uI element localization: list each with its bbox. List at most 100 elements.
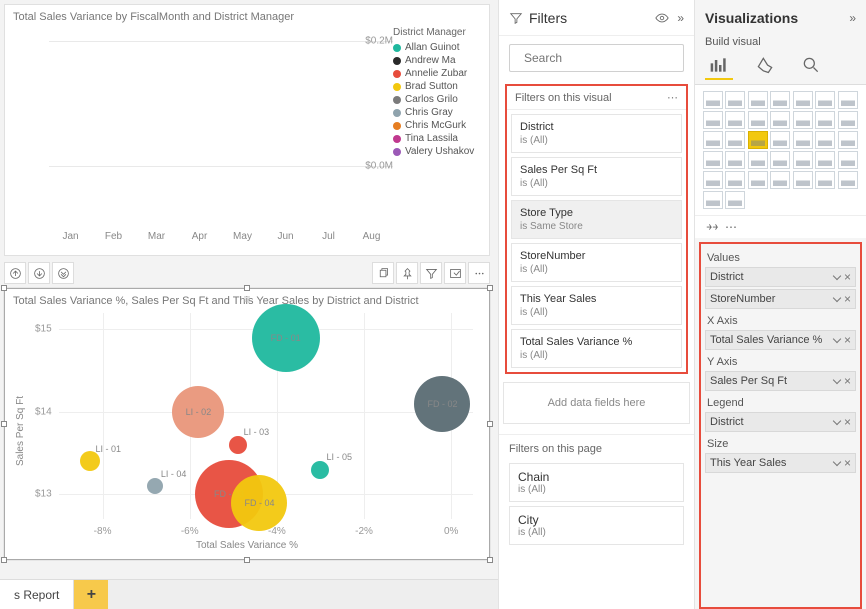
field-well[interactable]: Total Sales Variance %× bbox=[705, 330, 856, 350]
chevron-down-icon[interactable] bbox=[834, 333, 840, 347]
field-well[interactable]: This Year Sales× bbox=[705, 453, 856, 473]
viz-type-button[interactable] bbox=[770, 151, 790, 169]
add-page-button[interactable]: + bbox=[74, 580, 108, 609]
flow-icon bbox=[705, 220, 719, 234]
legend-item[interactable]: Andrew Ma bbox=[393, 55, 481, 66]
field-well[interactable]: Sales Per Sq Ft× bbox=[705, 371, 856, 391]
viz-type-button[interactable] bbox=[725, 131, 745, 149]
bubble[interactable] bbox=[80, 451, 100, 471]
legend-item[interactable]: Valery Ushakov bbox=[393, 146, 481, 157]
filters-search[interactable] bbox=[509, 44, 684, 72]
chevron-down-icon[interactable] bbox=[834, 292, 840, 306]
filter-card[interactable]: Districtis (All) bbox=[511, 114, 682, 153]
bubble[interactable] bbox=[147, 478, 163, 494]
viz-type-button[interactable] bbox=[793, 171, 813, 189]
viz-type-button[interactable] bbox=[703, 91, 723, 109]
viz-type-button[interactable] bbox=[815, 91, 835, 109]
viz-type-button[interactable] bbox=[703, 191, 723, 209]
filter-card[interactable]: Cityis (All) bbox=[509, 506, 684, 545]
remove-field-button[interactable]: × bbox=[844, 292, 851, 306]
legend-item[interactable]: Carlos Grilo bbox=[393, 94, 481, 105]
viz-type-button[interactable] bbox=[838, 131, 858, 149]
bubble[interactable] bbox=[311, 461, 329, 479]
filter-card[interactable]: Chainis (All) bbox=[509, 463, 684, 502]
viz-type-button[interactable] bbox=[770, 131, 790, 149]
drill-up-button[interactable] bbox=[4, 262, 26, 284]
visual-scatter-chart[interactable]: ≡ Total Sales Variance %, Sales Per Sq F… bbox=[4, 288, 490, 560]
viz-type-button[interactable] bbox=[815, 131, 835, 149]
legend-item[interactable]: Annelie Zubar bbox=[393, 68, 481, 79]
build-tab[interactable] bbox=[705, 52, 733, 80]
viz-type-button[interactable] bbox=[793, 131, 813, 149]
visual-bar-chart[interactable]: Total Sales Variance by FiscalMonth and … bbox=[4, 4, 490, 256]
viz-type-button[interactable] bbox=[838, 171, 858, 189]
filter-card[interactable]: This Year Salesis (All) bbox=[511, 286, 682, 325]
viz-type-button[interactable] bbox=[748, 171, 768, 189]
viz-type-button[interactable] bbox=[748, 151, 768, 169]
viz-type-button[interactable] bbox=[815, 171, 835, 189]
viz-type-button[interactable] bbox=[838, 151, 858, 169]
filter-button[interactable] bbox=[420, 262, 442, 284]
viz-type-button[interactable] bbox=[725, 171, 745, 189]
expand-all-button[interactable] bbox=[52, 262, 74, 284]
drill-down-button[interactable] bbox=[28, 262, 50, 284]
field-well[interactable]: District× bbox=[705, 412, 856, 432]
viz-type-button[interactable] bbox=[815, 151, 835, 169]
analytics-tab[interactable] bbox=[797, 52, 825, 80]
filter-card[interactable]: Store Typeis Same Store bbox=[511, 200, 682, 239]
filter-card[interactable]: Total Sales Variance %is (All) bbox=[511, 329, 682, 368]
chevron-down-icon[interactable] bbox=[834, 456, 840, 470]
viz-more-row[interactable]: ⋯ bbox=[695, 215, 866, 238]
legend-item[interactable]: Tina Lassila bbox=[393, 133, 481, 144]
visibility-icon[interactable] bbox=[655, 11, 669, 25]
pin-button[interactable] bbox=[396, 262, 418, 284]
viz-type-button[interactable] bbox=[793, 91, 813, 109]
viz-type-button[interactable] bbox=[725, 151, 745, 169]
remove-field-button[interactable]: × bbox=[844, 456, 851, 470]
remove-field-button[interactable]: × bbox=[844, 415, 851, 429]
chevron-down-icon[interactable] bbox=[834, 415, 840, 429]
collapse-icon[interactable]: » bbox=[677, 11, 684, 25]
viz-type-button[interactable] bbox=[725, 91, 745, 109]
viz-type-button[interactable] bbox=[838, 111, 858, 129]
chevron-down-icon[interactable] bbox=[834, 270, 840, 284]
filter-card[interactable]: StoreNumberis (All) bbox=[511, 243, 682, 282]
legend-item[interactable]: Brad Sutton bbox=[393, 81, 481, 92]
field-well[interactable]: District× bbox=[705, 267, 856, 287]
viz-type-button[interactable] bbox=[815, 111, 835, 129]
viz-type-button[interactable] bbox=[703, 131, 723, 149]
remove-field-button[interactable]: × bbox=[844, 333, 851, 347]
more-button[interactable] bbox=[468, 262, 490, 284]
legend-item[interactable]: Chris Gray bbox=[393, 107, 481, 118]
chevron-down-icon[interactable] bbox=[834, 374, 840, 388]
viz-type-button[interactable] bbox=[748, 91, 768, 109]
bubble[interactable] bbox=[229, 436, 247, 454]
viz-type-button[interactable] bbox=[793, 111, 813, 129]
page-tab[interactable]: s Report bbox=[0, 580, 74, 609]
viz-type-button[interactable] bbox=[725, 191, 745, 209]
focus-button[interactable] bbox=[444, 262, 466, 284]
format-tab[interactable] bbox=[751, 52, 779, 80]
collapse-icon[interactable]: » bbox=[849, 11, 856, 25]
viz-type-button[interactable] bbox=[725, 111, 745, 129]
remove-field-button[interactable]: × bbox=[844, 270, 851, 284]
copy-button[interactable] bbox=[372, 262, 394, 284]
remove-field-button[interactable]: × bbox=[844, 374, 851, 388]
viz-type-button[interactable] bbox=[703, 111, 723, 129]
viz-type-button[interactable] bbox=[748, 131, 768, 149]
viz-type-button[interactable] bbox=[703, 151, 723, 169]
viz-type-button[interactable] bbox=[748, 111, 768, 129]
viz-type-button[interactable] bbox=[770, 171, 790, 189]
legend-item[interactable]: Chris McGurk bbox=[393, 120, 481, 131]
legend-item[interactable]: Allan Guinot bbox=[393, 42, 481, 53]
filter-card[interactable]: Sales Per Sq Ftis (All) bbox=[511, 157, 682, 196]
viz-type-button[interactable] bbox=[793, 151, 813, 169]
field-well[interactable]: StoreNumber× bbox=[705, 289, 856, 309]
viz-type-button[interactable] bbox=[770, 111, 790, 129]
search-input[interactable] bbox=[524, 51, 679, 65]
viz-type-button[interactable] bbox=[770, 91, 790, 109]
viz-type-button[interactable] bbox=[703, 171, 723, 189]
viz-type-button[interactable] bbox=[838, 91, 858, 109]
add-data-fields-drop[interactable]: Add data fields here bbox=[503, 382, 690, 424]
report-canvas[interactable]: Total Sales Variance by FiscalMonth and … bbox=[0, 0, 498, 609]
